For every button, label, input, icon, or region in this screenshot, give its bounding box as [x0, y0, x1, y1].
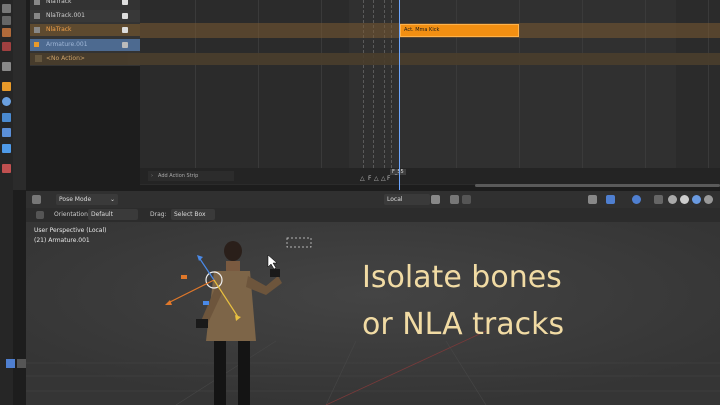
track-row-selected[interactable]: NlaTrack: [30, 24, 140, 36]
select-cursor-icon[interactable]: [6, 359, 15, 368]
track-visibility-icon[interactable]: [34, 13, 40, 19]
marker-label: F: [368, 175, 372, 182]
3d-viewport[interactable]: [26, 191, 720, 405]
track-solo-checkbox[interactable]: [122, 0, 128, 5]
marker-triangle-icon[interactable]: △: [360, 175, 365, 182]
xray-icon[interactable]: [654, 195, 663, 204]
current-frame-label[interactable]: F_55: [390, 169, 406, 175]
orientation-value: Default: [91, 211, 113, 218]
perspective-label: User Perspective (Local): [34, 227, 107, 234]
toolbar-toggle[interactable]: [6, 359, 26, 369]
orientation-label: Orientation:: [54, 211, 90, 218]
snap-icon[interactable]: [431, 195, 440, 204]
particles-icon[interactable]: [2, 113, 11, 122]
modifier-icon[interactable]: [2, 97, 11, 106]
track-solo-checkbox[interactable]: [122, 13, 128, 19]
add-action-strip-button[interactable]: › Add Action Strip: [148, 171, 234, 181]
collection-icon[interactable]: [2, 62, 11, 71]
gizmo-icon[interactable]: [606, 195, 615, 204]
proportional-icon[interactable]: [450, 195, 459, 204]
drag-label: Drag:: [150, 211, 167, 218]
wireframe-shading-icon[interactable]: [668, 195, 677, 204]
track-row[interactable]: NlaTrack.001: [30, 10, 140, 22]
track-solo-checkbox[interactable]: [122, 27, 128, 33]
marker-triangle-icon[interactable]: △: [381, 175, 386, 182]
drag-value: Select Box: [174, 211, 206, 218]
physics-icon[interactable]: [2, 128, 11, 137]
no-action-label: <No Action>: [46, 55, 85, 62]
nla-side-strip: [13, 0, 26, 190]
world-icon[interactable]: [2, 42, 11, 51]
constraints-icon[interactable]: [2, 144, 11, 153]
track-row[interactable]: NlaTrack: [30, 0, 140, 8]
armature-checkbox[interactable]: [122, 42, 128, 48]
orientation-dropdown[interactable]: Default: [88, 209, 138, 220]
active-object-label: (21) Armature.001: [34, 237, 90, 244]
magnet-icon[interactable]: [462, 195, 471, 204]
track-name: NlaTrack: [46, 0, 72, 5]
armature-icon: [34, 42, 39, 47]
overlay-caption-line1: Isolate bones: [362, 260, 562, 295]
chevron-right-icon: ›: [151, 173, 153, 179]
overlay-caption-line2: or NLA tracks: [362, 307, 565, 342]
output-icon[interactable]: [2, 16, 11, 25]
armature-row[interactable]: Armature.001: [30, 39, 140, 51]
track-visibility-icon[interactable]: [34, 27, 40, 33]
transform-space-dropdown[interactable]: Local: [384, 194, 430, 205]
solid-shading-icon[interactable]: [680, 195, 689, 204]
visibility-icon[interactable]: [588, 195, 597, 204]
chevron-down-icon: ⌄: [109, 196, 115, 203]
material-shading-icon[interactable]: [692, 195, 701, 204]
track-name: NlaTrack: [46, 26, 72, 33]
editor-type-icon[interactable]: [32, 195, 41, 204]
drag-dropdown[interactable]: Select Box: [171, 209, 215, 220]
mode-dropdown[interactable]: Pose Mode ⌄: [56, 194, 118, 205]
viewport-scene: [26, 221, 720, 405]
object-icon[interactable]: [2, 82, 11, 91]
render-icon[interactable]: [2, 4, 11, 13]
mode-label: Pose Mode: [59, 196, 92, 203]
data-icon[interactable]: [2, 164, 11, 173]
move-tool-icon[interactable]: [36, 211, 44, 219]
transform-space-label: Local: [387, 196, 403, 203]
viewport-header: Pose Mode ⌄ Local: [26, 191, 720, 208]
overlay-icon[interactable]: [632, 195, 641, 204]
horizontal-scrollbar[interactable]: [475, 184, 720, 187]
rendered-shading-icon[interactable]: [704, 195, 713, 204]
marker-triangle-icon[interactable]: △: [374, 175, 379, 182]
no-action-row[interactable]: <No Action>: [30, 53, 720, 65]
tool-settings-bar: Orientation: Default Drag: Select Box: [26, 208, 720, 222]
action-strip[interactable]: Act. Mma Kick: [400, 24, 519, 37]
action-icon: [35, 55, 42, 62]
properties-editor-strip: [0, 0, 13, 405]
marker-label: F: [387, 175, 391, 182]
track-name: NlaTrack.001: [46, 12, 85, 19]
select-box-icon[interactable]: [17, 359, 26, 368]
track-visibility-icon[interactable]: [34, 0, 40, 5]
add-action-strip-label: Add Action Strip: [158, 173, 199, 179]
viewport-info: User Perspective (Local) (21) Armature.0…: [34, 226, 106, 246]
playhead[interactable]: [399, 0, 400, 190]
armature-name: Armature.001: [46, 41, 88, 48]
scene-icon[interactable]: [2, 28, 11, 37]
